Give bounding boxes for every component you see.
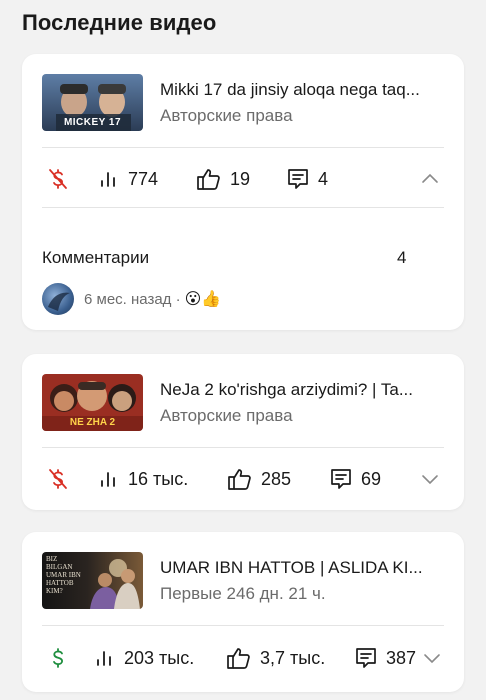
comments-label: Комментарии [42, 248, 150, 267]
video-row[interactable]: NE ZHA 2 NeJa 2 ko'rishga arziydimi? | T… [42, 374, 444, 432]
views-stat: 16 тыс. [98, 461, 188, 497]
likes-stat: 285 [227, 461, 291, 497]
thumbnail-text: MICKEY 17 [63, 117, 122, 128]
divider [42, 147, 444, 148]
stats-row: 203 тыс. 3,7 тыс. 387 [42, 640, 444, 676]
views-count: 16 тыс. [128, 468, 189, 489]
video-status: Авторские права [160, 406, 293, 425]
thumbs-up-icon [228, 469, 251, 490]
monetization-off-icon[interactable] [46, 461, 70, 497]
likes-stat: 3,7 тыс. [226, 640, 325, 676]
video-row[interactable]: MICKEY 17 Mikki 17 da jinsiy aloqa nega … [42, 74, 444, 132]
comments-stat: 387 [354, 640, 416, 676]
views-icon [101, 472, 115, 487]
video-thumbnail[interactable]: MICKEY 17 [42, 74, 143, 131]
video-row[interactable]: BIZ BILGAN UMAR IBN HATTOB KIM? UMAR IBN… [42, 552, 444, 610]
video-title[interactable]: Mikki 17 da jinsiy aloqa nega taq... [160, 80, 445, 100]
views-icon [101, 172, 115, 187]
stats-row: 774 19 4 [42, 161, 444, 197]
comments-count: 69 [361, 468, 382, 489]
thumbnail-text: BIZ BILGAN UMAR IBN HATTOB KIM? [46, 555, 81, 595]
video-title[interactable]: NeJa 2 ko'rishga arziydimi? | Ta... [160, 380, 445, 400]
views-stat: 774 [98, 161, 158, 197]
likes-count: 3,7 тыс. [260, 647, 326, 668]
latest-videos-page: Последние видео MICKEY 17 Mikki 17 da ji… [0, 0, 486, 700]
section-title: Последние видео [22, 10, 217, 35]
comments-stat: 4 [286, 161, 328, 197]
comment-icon [356, 648, 376, 668]
thumbs-up-icon [197, 169, 220, 190]
video-card: MICKEY 17 Mikki 17 da jinsiy aloqa nega … [22, 54, 464, 330]
latest-comment[interactable]: 6 мес. назад · 😮👍 [42, 283, 221, 315]
avatar [42, 283, 74, 315]
video-card: BIZ BILGAN UMAR IBN HATTOB KIM? UMAR IBN… [22, 532, 464, 692]
comments-total: 4 [397, 248, 407, 267]
comment-emojis: 😮👍 [184, 291, 222, 308]
video-status: Первые 246 дн. 21 ч. [160, 584, 326, 603]
likes-stat: 19 [196, 161, 250, 197]
video-thumbnail[interactable]: BIZ BILGAN UMAR IBN HATTOB KIM? [42, 552, 143, 609]
chevron-down-icon[interactable] [422, 640, 442, 676]
video-card: NE ZHA 2 NeJa 2 ko'rishga arziydimi? | T… [22, 354, 464, 510]
comments-count: 4 [318, 168, 329, 189]
views-count: 774 [128, 168, 159, 189]
comments-count: 387 [386, 647, 417, 668]
comment-icon [331, 469, 351, 489]
views-icon [97, 651, 111, 666]
chevron-down-icon[interactable] [420, 461, 440, 497]
video-thumbnail[interactable]: NE ZHA 2 [42, 374, 143, 431]
likes-count: 285 [261, 468, 292, 489]
comment-time: 6 мес. назад · [84, 290, 181, 308]
monetization-on-icon[interactable] [46, 640, 70, 676]
divider [42, 447, 444, 448]
views-stat: 203 тыс. [94, 640, 194, 676]
video-title[interactable]: UMAR IBN HATTOB | ASLIDA KI... [160, 558, 445, 578]
comments-stat: 69 [329, 461, 381, 497]
likes-count: 19 [230, 168, 251, 189]
chevron-up-icon[interactable] [420, 161, 440, 197]
divider [42, 625, 444, 626]
thumbs-up-icon [227, 648, 250, 669]
views-count: 203 тыс. [124, 647, 195, 668]
thumbnail-text: NE ZHA 2 [69, 417, 116, 428]
divider [42, 207, 444, 208]
comment-icon [288, 169, 308, 189]
monetization-off-icon[interactable] [46, 161, 70, 197]
video-status: Авторские права [160, 106, 293, 125]
stats-row: 16 тыс. 285 69 [42, 461, 444, 497]
